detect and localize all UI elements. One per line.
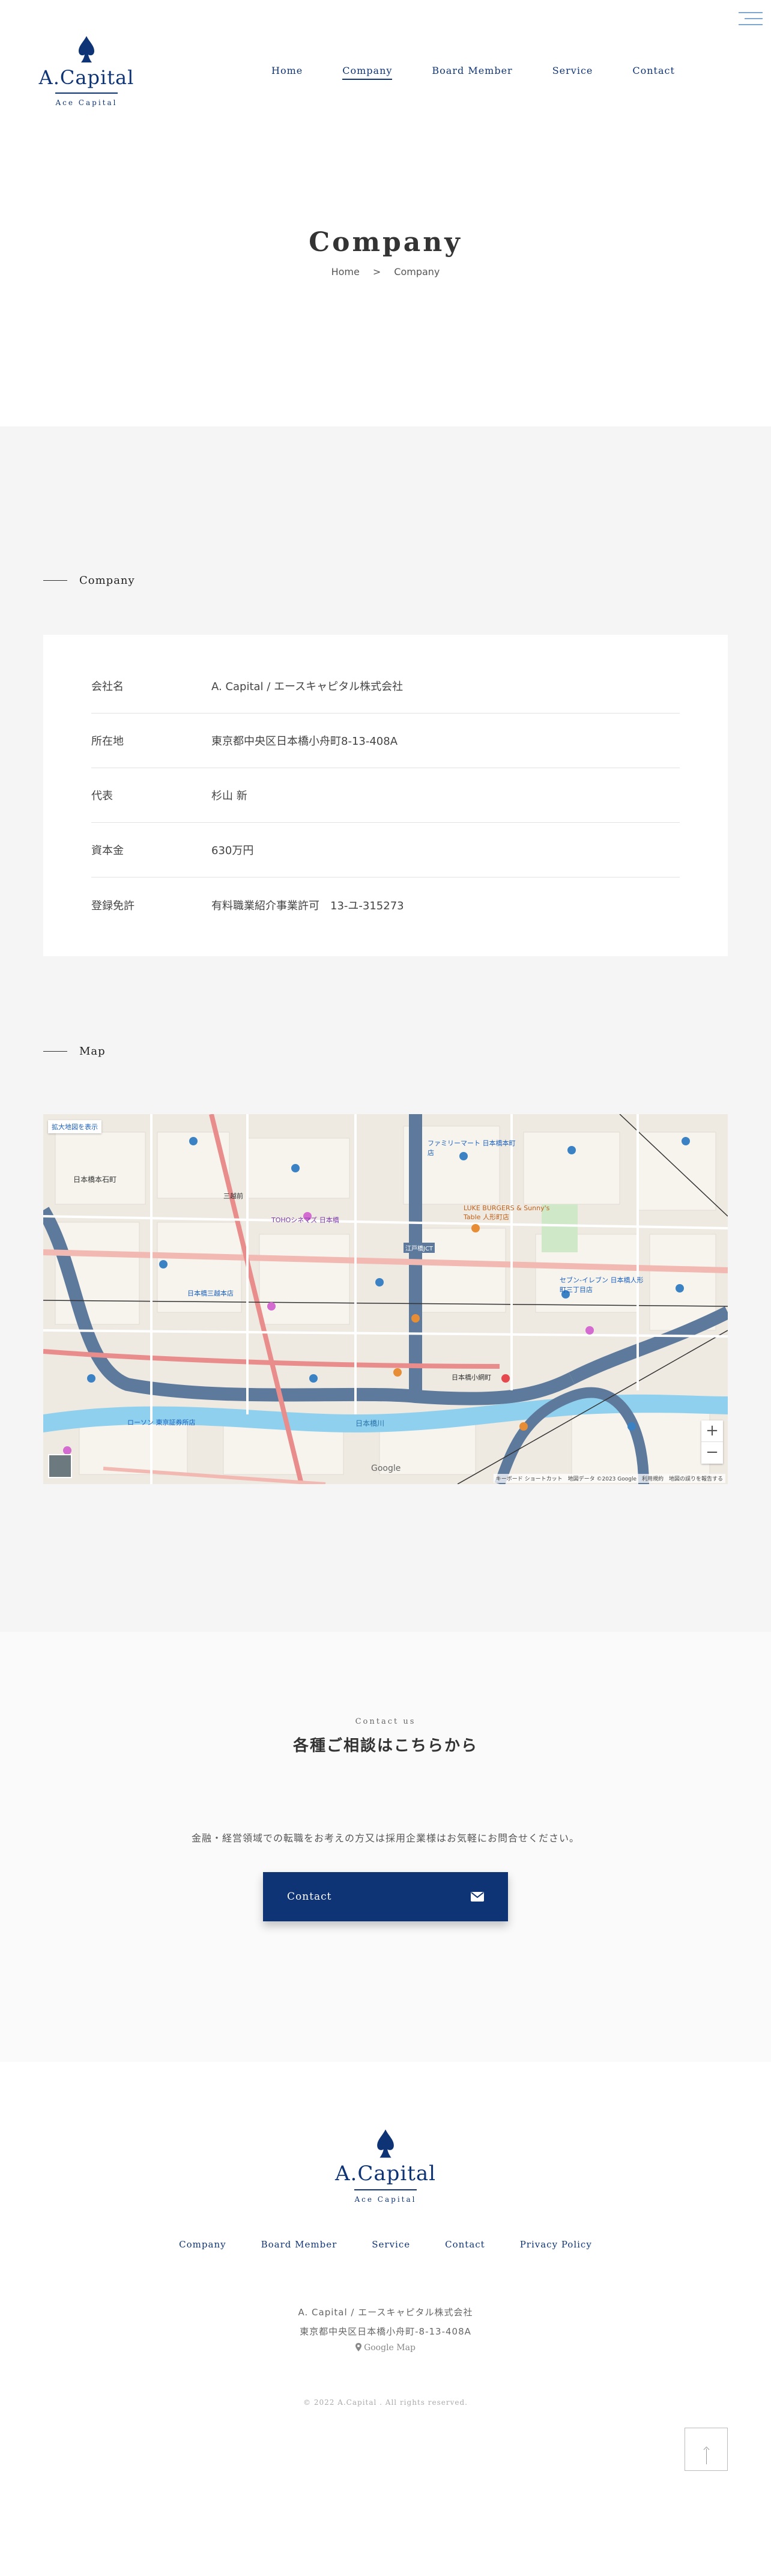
back-to-top-button[interactable] (685, 2428, 728, 2471)
page-hero: Company Home > Company (0, 150, 771, 426)
logo-name: A.Capital (38, 66, 135, 89)
map-canvas[interactable] (43, 1114, 728, 1484)
breadcrumb: Home > Company (0, 266, 771, 277)
map-zoom-controls: + − (701, 1420, 723, 1464)
footer-logo-name: A.Capital (334, 2162, 437, 2186)
footer-nav-service[interactable]: Service (372, 2239, 410, 2250)
nav-company[interactable]: Company (342, 65, 393, 80)
map-label: 日本橋小網町 (452, 1374, 491, 1381)
footer-logo-subtitle: Ace Capital (354, 2195, 417, 2204)
map-label: 日本橋三越本店 (187, 1290, 234, 1297)
row-value: 東京都中央区日本橋小舟町8-13-408A (211, 735, 398, 748)
contact-section: Contact us 各種ご相談はこちらから 金融・経営領域での転職をお考えの方… (0, 1632, 771, 2062)
contact-button[interactable]: Contact (263, 1872, 508, 1921)
nav-board-member[interactable]: Board Member (432, 65, 512, 80)
site-footer: A.Capital Ace Capital Company Board Memb… (0, 2062, 771, 2537)
table-row: 会社名 A. Capital / エースキャピタル株式会社 (91, 659, 680, 714)
breadcrumb-current: Company (394, 266, 440, 277)
map-label: ファミリーマート 日本橋本町店 (428, 1139, 516, 1157)
row-label: 資本金 (91, 844, 124, 857)
map-label: 三越前 (223, 1192, 243, 1200)
row-label: 所在地 (91, 735, 124, 748)
google-map-embed[interactable]: 日本橋本石町 三越前 TOHOシネマズ 日本橋 日本橋三越本店 江戸橋JCT L… (43, 1114, 728, 1484)
footer-address-block: A. Capital / エースキャピタル株式会社 東京都中央区日本橋小舟町-8… (0, 2303, 771, 2341)
company-heading-text: Company (79, 574, 135, 587)
footer-logo[interactable]: A.Capital Ace Capital (331, 2128, 440, 2204)
heading-line (43, 1051, 67, 1052)
heading-line (43, 580, 67, 581)
footer-google-map-link[interactable]: Google Map (355, 2343, 416, 2353)
google-logo: Google (371, 1464, 401, 1473)
map-label: 江戸橋JCT (404, 1243, 435, 1253)
row-label: 会社名 (91, 680, 124, 693)
hamburger-menu-icon[interactable] (739, 10, 763, 28)
spade-icon (377, 2129, 394, 2158)
row-label: 代表 (91, 790, 113, 802)
row-value: 杉山 新 (211, 790, 247, 802)
footer-nav-board-member[interactable]: Board Member (261, 2239, 337, 2250)
map-label: セブン-イレブン 日本橋人形町三丁目店 (560, 1276, 644, 1294)
breadcrumb-separator: > (372, 266, 381, 277)
footer-logo-divider (354, 2189, 417, 2190)
map-label: 日本橋川 (355, 1419, 385, 1428)
map-expand-link[interactable]: 拡大地図を表示 (48, 1120, 101, 1133)
row-value: A. Capital / エースキャピタル株式会社 (211, 680, 404, 693)
map-label: TOHOシネマズ 日本橋 (271, 1216, 339, 1224)
map-label: ローソン 東京証券所店 (127, 1419, 196, 1426)
copyright: © 2022 A.Capital . All rights reserved. (303, 2398, 468, 2407)
row-value: 630万円 (211, 844, 254, 857)
nav-service[interactable]: Service (552, 65, 593, 80)
arrow-up-icon (706, 2449, 707, 2464)
logo-divider (55, 92, 118, 94)
map-label: 日本橋本石町 (73, 1175, 117, 1184)
map-section-heading: Map (43, 1045, 771, 1058)
logo-subtitle: Ace Capital (55, 98, 118, 107)
footer-nav-privacy-policy[interactable]: Privacy Policy (520, 2239, 592, 2250)
footer-nav-contact[interactable]: Contact (445, 2239, 485, 2250)
footer-address: 東京都中央区日本橋小舟町-8-13-408A (300, 2326, 471, 2337)
spade-icon (79, 36, 94, 62)
map-heading-text: Map (79, 1045, 106, 1058)
footer-company-name: A. Capital / エースキャピタル株式会社 (298, 2307, 473, 2318)
street-view-thumbnail[interactable] (48, 1454, 72, 1478)
contact-eyebrow: Contact us (355, 1717, 416, 1726)
contact-title: 各種ご相談はこちらから (292, 1737, 478, 1755)
table-row: 登録免許 有料職業紹介事業許可 13-ユ-315273 (91, 877, 680, 932)
google-map-link-label: Google Map (364, 2343, 416, 2353)
nav-contact[interactable]: Contact (632, 65, 675, 80)
contact-text: 金融・経営領域での転職をお考えの方又は採用企業様はお気軽にお問合せください。 (191, 1832, 579, 1844)
footer-nav-company[interactable]: Company (179, 2239, 226, 2250)
map-pin-icon (355, 2343, 362, 2351)
envelope-icon (471, 1892, 484, 1902)
zoom-out-button[interactable]: − (701, 1442, 723, 1464)
zoom-in-button[interactable]: + (701, 1420, 723, 1442)
footer-nav: Company Board Member Service Contact Pri… (0, 2239, 771, 2250)
map-label: LUKE BURGERS & Sunny's Table 人形町店 (464, 1204, 550, 1221)
company-content: Company 会社名 A. Capital / エースキャピタル株式会社 所在… (0, 426, 771, 1632)
table-row: 代表 杉山 新 (91, 768, 680, 823)
nav-home[interactable]: Home (271, 65, 303, 80)
page-title: Company (309, 227, 462, 258)
company-info-table: 会社名 A. Capital / エースキャピタル株式会社 所在地 東京都中央区… (43, 635, 728, 956)
company-section-heading: Company (43, 574, 771, 587)
row-label: 登録免許 (91, 899, 135, 912)
site-logo[interactable]: A.Capital Ace Capital (38, 35, 135, 107)
contact-button-label: Contact (287, 1891, 332, 1903)
map-attribution[interactable]: キーボード ショートカット 地図データ ©2023 Google 利用規約 地図… (493, 1474, 725, 1483)
main-nav: Home Company Board Member Service Contac… (271, 65, 675, 80)
table-row: 所在地 東京都中央区日本橋小舟町8-13-408A (91, 714, 680, 768)
row-value: 有料職業紹介事業許可 13-ユ-315273 (211, 899, 404, 912)
table-row: 資本金 630万円 (91, 823, 680, 877)
breadcrumb-home[interactable]: Home (331, 266, 360, 277)
site-header: A.Capital Ace Capital Home Company Board… (0, 0, 771, 150)
